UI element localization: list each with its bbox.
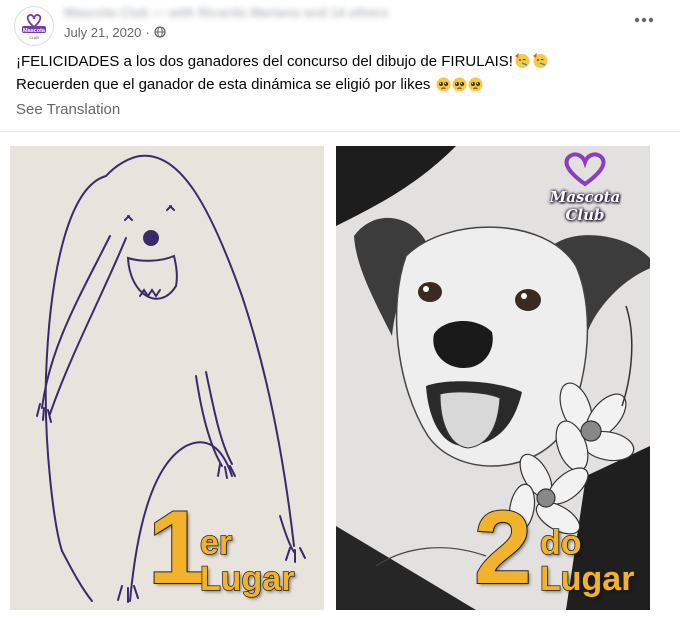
second-place-word: Lugar	[539, 559, 635, 599]
caption-text-1: ¡FELICIDADES a los dos ganadores del con…	[16, 53, 513, 70]
second-place-suffix: do	[539, 523, 582, 563]
pleading-face-emoji-icon	[436, 77, 451, 98]
more-horizontal-icon	[634, 17, 654, 23]
photo-second-place[interactable]: Mascota Club 2 do Lugar	[336, 146, 650, 610]
post-caption: ¡FELICIDADES a los dos ganadores del con…	[16, 52, 656, 98]
watermark-brand-text: Mascota Club	[549, 188, 621, 224]
divider	[0, 131, 680, 132]
post-author-line[interactable]: Mascota Club — with Ricardo Mariano and …	[64, 5, 464, 21]
avatar-logo-text: Mascota	[23, 28, 46, 34]
first-place-suffix: er	[199, 523, 233, 563]
pleading-face-emoji-icon	[452, 77, 467, 98]
pleading-face-emoji-icon	[468, 77, 483, 98]
see-translation-link[interactable]: See Translation	[16, 101, 120, 118]
first-place-word: Lugar	[199, 559, 295, 599]
photo-first-place[interactable]: 1 er Lugar	[10, 146, 324, 610]
caption-text-2: Recuerden que el ganador de esta dinámic…	[16, 76, 431, 93]
face-with-party-horn-emoji-icon	[532, 52, 549, 75]
post-date[interactable]: July 21, 2020	[64, 25, 141, 40]
meta-separator: ·	[145, 24, 150, 40]
globe-icon	[154, 26, 166, 38]
page-avatar[interactable]: Mascota CLUB	[14, 6, 54, 46]
caption-line-2: Recuerden que el ganador de esta dinámic…	[16, 75, 656, 98]
avatar-sub-text: CLUB	[29, 36, 39, 40]
mascota-club-logo-icon: Mascota CLUB	[22, 14, 46, 40]
heart-paw-logo-icon	[564, 152, 606, 187]
face-with-party-horn-emoji-icon	[514, 52, 531, 75]
second-place-number: 2	[473, 490, 533, 606]
caption-line-1: ¡FELICIDADES a los dos ganadores del con…	[16, 52, 656, 75]
first-place-number: 1	[147, 490, 207, 606]
post-meta: July 21, 2020 ·	[64, 24, 166, 40]
mascota-club-watermark: Mascota Club	[530, 150, 640, 224]
more-options-button[interactable]	[630, 8, 658, 32]
